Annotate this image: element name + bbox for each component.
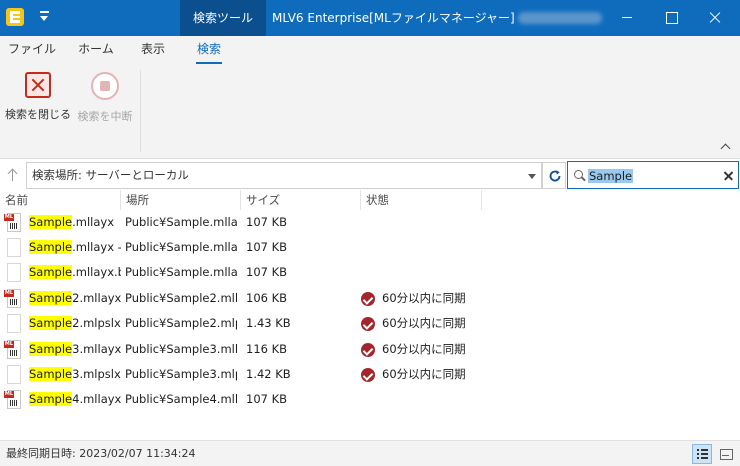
ribbon-separator	[140, 70, 141, 152]
last-sync-text: 最終同期日時: 2023/02/07 11:34:24	[6, 447, 196, 460]
ribbon-body: 検索を閉じる 検索を中断	[0, 64, 740, 159]
search-box[interactable]: Sample	[567, 161, 739, 189]
tab-home[interactable]: ホーム	[76, 36, 116, 64]
file-name: Sample.mllayx	[29, 215, 115, 229]
ribbon-tabs: ファイル ホーム 表示 検索	[0, 36, 740, 64]
file-row[interactable]: ML Sample3.mllayx Public¥Sample3.mllayx …	[0, 337, 740, 362]
minimize-button[interactable]	[604, 0, 650, 36]
close-search-button[interactable]: 検索を閉じる	[4, 70, 72, 124]
ml-file-icon: ML	[4, 289, 22, 309]
file-row[interactable]: Sample.mllayx.bak Public¥Sample.mllayx 1…	[0, 260, 740, 285]
column-header-size[interactable]: サイズ	[241, 190, 361, 210]
file-location: Public¥Sample3.mllayx	[125, 342, 237, 356]
window-title: MLV6 Enterprise[MLファイルマネージャー]	[272, 11, 515, 25]
file-name: Sample.mllayx - コピー	[29, 240, 121, 254]
title-bar: 検索ツール MLV6 Enterprise[MLファイルマネージャー]	[0, 0, 740, 36]
close-search-icon	[25, 72, 51, 98]
column-header-name[interactable]: 名前	[0, 190, 121, 210]
file-location: Public¥Sample.mllayx	[125, 265, 237, 279]
sync-status: 60分以内に同期	[361, 286, 511, 311]
tab-search[interactable]: 検索	[194, 36, 224, 64]
file-size: 107 KB	[246, 392, 288, 406]
clear-search-icon[interactable]	[722, 168, 736, 182]
ml-file-icon: ML	[4, 340, 22, 360]
sync-check-icon	[361, 317, 375, 331]
file-location: Public¥Sample3.mlpslx	[125, 367, 237, 381]
file-name: Sample3.mlpslx	[29, 367, 121, 381]
blank-file-icon	[4, 314, 22, 334]
file-location: Public¥Sample4.mllayx	[125, 392, 237, 406]
file-location: Public¥Sample2.mllayx	[125, 291, 237, 305]
file-size: 106 KB	[246, 291, 288, 305]
file-row[interactable]: Sample2.mlpslx Public¥Sample2.mlpslx 1.4…	[0, 311, 740, 336]
file-row[interactable]: Sample3.mlpslx Public¥Sample3.mlpslx 1.4…	[0, 362, 740, 387]
quick-access-dropdown-icon[interactable]	[38, 9, 52, 25]
file-row[interactable]: ML Sample.mllayx Public¥Sample.mllayx 10…	[0, 210, 740, 235]
file-size: 1.43 KB	[246, 316, 291, 330]
sync-status: 60分以内に同期	[361, 311, 511, 336]
blank-file-icon	[4, 238, 22, 258]
search-input[interactable]: Sample	[588, 169, 634, 183]
details-view-icon[interactable]	[692, 444, 712, 464]
ml-file-icon: ML	[4, 213, 22, 233]
file-location: Public¥Sample.mllayx	[125, 240, 237, 254]
file-size: 107 KB	[246, 240, 288, 254]
blank-file-icon	[4, 365, 22, 385]
file-name: Sample2.mlpslx	[29, 316, 121, 330]
file-name: Sample2.mllayx	[29, 291, 121, 305]
thumbnail-view-icon[interactable]	[716, 444, 736, 464]
refresh-icon	[549, 170, 561, 182]
file-size: 1.42 KB	[246, 367, 291, 381]
sync-status: 60分以内に同期	[361, 337, 511, 362]
context-tab-search-tools[interactable]: 検索ツール	[180, 0, 266, 36]
stop-search-icon	[91, 72, 119, 100]
address-row: 検索場所: サーバーとローカル Sample	[0, 160, 740, 190]
user-name-blurred	[518, 12, 602, 24]
search-icon	[574, 170, 583, 179]
sync-check-icon	[361, 292, 375, 306]
file-row[interactable]: Sample.mllayx - コピー Public¥Sample.mllayx…	[0, 235, 740, 260]
file-name: Sample3.mllayx	[29, 342, 121, 356]
file-row[interactable]: ML Sample4.mllayx Public¥Sample4.mllayx …	[0, 387, 740, 412]
file-size: 116 KB	[246, 342, 288, 356]
stop-search-button[interactable]: 検索を中断	[74, 70, 136, 124]
file-location: Public¥Sample2.mlpslx	[125, 316, 237, 330]
file-size: 107 KB	[246, 215, 288, 229]
location-dropdown-icon[interactable]	[524, 162, 542, 189]
maximize-button[interactable]	[648, 0, 694, 36]
file-list: ML Sample.mllayx Public¥Sample.mllayx 10…	[0, 210, 740, 436]
column-header-location[interactable]: 場所	[121, 190, 241, 210]
file-location: Public¥Sample.mllayx	[125, 215, 237, 229]
column-header-status[interactable]: 状態	[361, 190, 482, 210]
column-headers: 名前 場所 サイズ 状態	[0, 190, 740, 210]
refresh-button[interactable]	[542, 162, 566, 189]
tab-view[interactable]: 表示	[138, 36, 168, 64]
file-row[interactable]: ML Sample2.mllayx Public¥Sample2.mllayx …	[0, 286, 740, 311]
sync-status: 60分以内に同期	[361, 362, 511, 387]
tab-file[interactable]: ファイル	[8, 36, 56, 64]
sync-check-icon	[361, 343, 375, 357]
file-size: 107 KB	[246, 265, 288, 279]
collapse-ribbon-icon[interactable]	[720, 144, 732, 154]
blank-file-icon	[4, 263, 22, 283]
location-box[interactable]: 検索場所: サーバーとローカル	[26, 162, 542, 189]
sync-check-icon	[361, 368, 375, 382]
status-bar: 最終同期日時: 2023/02/07 11:34:24	[0, 440, 740, 466]
file-name: Sample4.mllayx	[29, 392, 121, 406]
location-text: 検索場所: サーバーとローカル	[32, 168, 189, 182]
stop-search-label: 検索を中断	[77, 110, 133, 123]
close-search-label: 検索を閉じる	[5, 108, 71, 121]
ml-file-icon: ML	[4, 390, 22, 410]
close-window-button[interactable]	[692, 0, 738, 36]
file-name: Sample.mllayx.bak	[29, 265, 121, 279]
up-arrow-icon[interactable]	[2, 163, 24, 187]
app-logo-icon[interactable]	[6, 8, 24, 26]
